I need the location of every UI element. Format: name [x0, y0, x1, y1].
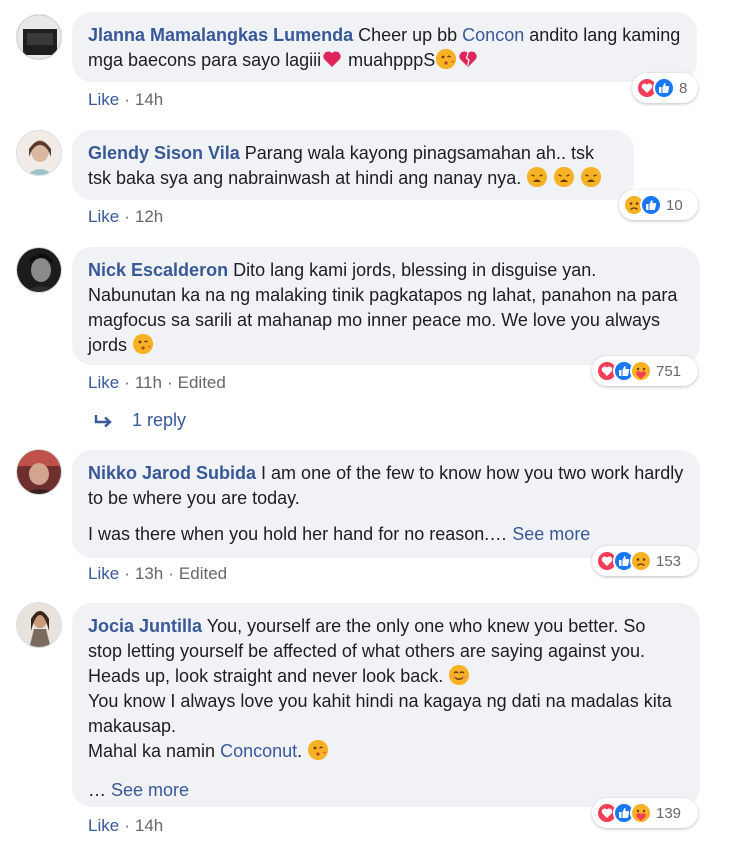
like-button[interactable]: Like: [88, 90, 119, 109]
like-button[interactable]: Like: [88, 816, 119, 835]
comment-bubble: Nick Escalderon Dito lang kami jords, bl…: [72, 247, 700, 365]
timestamp[interactable]: 12h: [135, 207, 163, 226]
comment-bubble: Jlanna Mamalangkas Lumenda Cheer up bb C…: [72, 12, 697, 82]
edited-label[interactable]: Edited: [178, 373, 226, 392]
weary-face-emoji-icon: [581, 167, 602, 187]
like-button[interactable]: Like: [88, 207, 119, 226]
avatar[interactable]: [16, 247, 62, 293]
separator: ·: [124, 90, 130, 109]
see-more-prefix: …: [88, 780, 112, 800]
comment-text: .: [297, 741, 303, 761]
comment-paragraph: I was there when you hold her hand for n…: [88, 522, 684, 547]
comment-author[interactable]: Nikko Jarod Subida: [88, 463, 256, 483]
reaction-count: 153: [656, 552, 682, 570]
comment-paragraph: Nikko Jarod Subida I am one of the few t…: [88, 461, 684, 511]
comment-text: You know I always love you kahit hindi n…: [88, 691, 672, 736]
weary-face-emoji-icon: [554, 167, 575, 187]
like-reaction-icon: [640, 194, 662, 216]
reaction-count: 139: [656, 804, 682, 822]
avatar[interactable]: [16, 602, 62, 648]
timestamp[interactable]: 14h: [135, 816, 163, 835]
reply-arrow-icon: [94, 414, 112, 427]
comment-actions: Like · 14h: [88, 816, 163, 836]
avatar[interactable]: [16, 449, 62, 495]
mention-link[interactable]: Conconut: [220, 741, 297, 761]
comment-author[interactable]: Jocia Juntilla: [88, 616, 202, 636]
view-replies-link[interactable]: 1 reply: [94, 410, 186, 431]
red-heart-emoji-icon: [322, 49, 342, 69]
timestamp[interactable]: 14h: [135, 90, 163, 109]
care-reaction-icon: [630, 802, 652, 824]
separator: ·: [124, 207, 130, 226]
mention-link[interactable]: Concon: [462, 25, 524, 45]
comment-bubble: Glendy Sison Vila Parang wala kayong pin…: [72, 130, 634, 200]
reaction-summary[interactable]: 10: [619, 190, 698, 220]
edited-label[interactable]: Edited: [179, 564, 227, 583]
comment-author[interactable]: Glendy Sison Vila: [88, 143, 240, 163]
like-button[interactable]: Like: [88, 564, 119, 583]
separator: ·: [166, 373, 173, 392]
reaction-summary[interactable]: 8: [632, 73, 698, 103]
sad-reaction-icon: [630, 550, 652, 572]
comment-text: Cheer up bb: [353, 25, 463, 45]
kissing-face-emoji-icon: [133, 334, 154, 354]
comment-text: Mahal ka namin: [88, 741, 221, 761]
comment-bubble: Nikko Jarod Subida I am one of the few t…: [72, 450, 700, 558]
reaction-count: 751: [656, 362, 682, 380]
reaction-summary[interactable]: 153: [592, 546, 698, 576]
comment-actions: Like · 13h · Edited: [88, 564, 227, 584]
weary-face-emoji-icon: [527, 167, 548, 187]
comment-actions: Like · 11h · Edited: [88, 373, 226, 393]
avatar[interactable]: [16, 130, 62, 176]
comment-actions: Like · 12h: [88, 207, 163, 227]
comment-author[interactable]: Nick Escalderon: [88, 260, 228, 280]
timestamp[interactable]: 13h: [135, 564, 163, 583]
kissing-face-emoji-icon: [308, 740, 329, 760]
separator: ·: [168, 564, 174, 583]
like-button[interactable]: Like: [88, 373, 119, 392]
care-reaction-icon: [630, 360, 652, 382]
kissing-face-emoji-icon: [436, 49, 457, 69]
comment-text: I was there when you hold her hand for n…: [88, 524, 508, 544]
reply-count-label[interactable]: 1 reply: [132, 410, 186, 431]
separator: ·: [124, 816, 130, 835]
separator: ·: [124, 564, 130, 583]
comment-bubble: Jocia Juntilla You, yourself are the onl…: [72, 603, 700, 807]
reaction-summary[interactable]: 751: [592, 356, 698, 386]
timestamp[interactable]: 11h: [135, 373, 162, 392]
reaction-count: 10: [666, 196, 683, 214]
comment-text: muahpppS: [343, 50, 436, 70]
see-more-link[interactable]: See more: [111, 780, 189, 800]
smiling-face-emoji-icon: [449, 665, 470, 685]
like-reaction-icon: [653, 77, 675, 99]
avatar[interactable]: [16, 14, 62, 60]
reaction-count: 8: [679, 79, 688, 97]
see-more-link[interactable]: See more: [512, 524, 590, 544]
comment-paragraph: … See more: [88, 778, 684, 803]
broken-heart-emoji-icon: [458, 49, 478, 69]
reaction-summary[interactable]: 139: [592, 798, 698, 828]
separator: ·: [124, 373, 130, 392]
comment-actions: Like · 14h: [88, 90, 163, 110]
comment-author[interactable]: Jlanna Mamalangkas Lumenda: [88, 25, 353, 45]
